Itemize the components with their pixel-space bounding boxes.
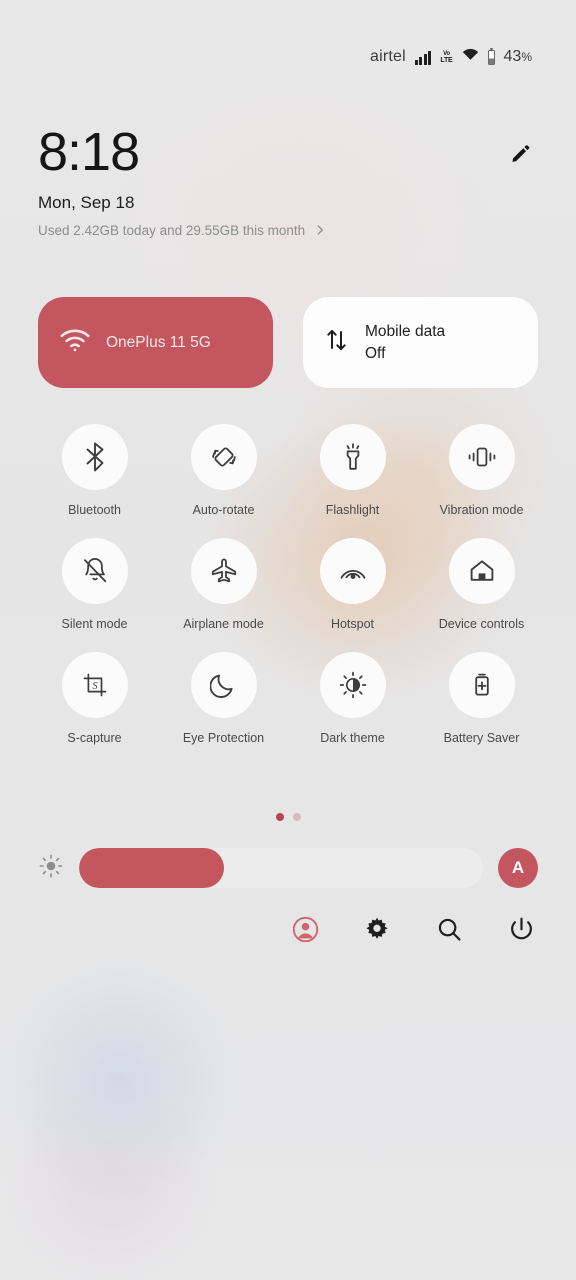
toggle-label: Bluetooth	[68, 503, 121, 517]
search-button[interactable]	[432, 915, 466, 949]
brightness-slider[interactable]	[79, 848, 483, 888]
toggle-airplane-mode[interactable]: Airplane mode	[159, 538, 288, 631]
mobile-data-arrows-icon	[325, 327, 349, 358]
wifi-icon	[462, 48, 479, 66]
user-account-icon	[292, 916, 319, 948]
battery-icon	[487, 47, 495, 65]
hotspot-icon	[319, 538, 386, 604]
brightness-sun-icon	[38, 853, 64, 884]
battery-percent-value: 43	[503, 48, 522, 65]
toggle-label: Silent mode	[61, 617, 128, 631]
vibration-icon	[448, 424, 515, 490]
edit-button[interactable]	[504, 140, 536, 172]
mobile-data-tile-title: Mobile data	[365, 322, 446, 340]
auto-rotate-icon	[190, 424, 257, 490]
toggle-label: Device controls	[438, 617, 525, 631]
toggle-vibration-mode[interactable]: Vibration mode	[417, 424, 546, 517]
data-usage-row[interactable]: Used 2.42GB today and 29.55GB this month	[38, 223, 538, 238]
toggle-eye-protection[interactable]: Eye Protection	[159, 652, 288, 745]
power-button[interactable]	[504, 915, 538, 949]
brightness-contrast-icon	[319, 652, 386, 718]
toggle-dark-theme[interactable]: Dark theme	[288, 652, 417, 745]
wifi-tile-title: OnePlus 11 5G	[106, 333, 211, 351]
screenshot-icon: S	[61, 652, 128, 718]
toggle-label: S-capture	[67, 731, 122, 745]
toggle-label: Vibration mode	[439, 503, 524, 517]
toggle-s-capture[interactable]: S S-capture	[30, 652, 159, 745]
footer-actions	[288, 915, 538, 949]
wifi-icon	[60, 329, 90, 357]
edit-pencil-icon	[510, 143, 531, 169]
toggle-hotspot[interactable]: Hotspot	[288, 538, 417, 631]
toggle-label: Flashlight	[325, 503, 380, 517]
percent-symbol: %	[521, 50, 532, 64]
toggle-bluetooth[interactable]: Bluetooth	[30, 424, 159, 517]
toggle-device-controls[interactable]: Device controls	[417, 538, 546, 631]
svg-text:S: S	[92, 681, 98, 692]
toggle-auto-rotate[interactable]: Auto-rotate	[159, 424, 288, 517]
battery-percent-label: 43%	[504, 48, 532, 66]
battery-plus-icon	[448, 652, 515, 718]
brightness-slider-fill	[79, 848, 225, 888]
page-indicator[interactable]	[0, 813, 576, 821]
page-dot-1[interactable]	[275, 813, 284, 821]
flashlight-icon	[319, 424, 386, 490]
toggle-silent-mode[interactable]: Silent mode	[30, 538, 159, 631]
search-icon	[436, 916, 463, 948]
toggle-label: Auto-rotate	[192, 503, 255, 517]
wifi-tile[interactable]: OnePlus 11 5G	[38, 297, 273, 388]
toggle-label: Dark theme	[320, 731, 385, 745]
toggle-flashlight[interactable]: Flashlight	[288, 424, 417, 517]
clock-date: Mon, Sep 18	[38, 192, 135, 212]
quick-toggles-grid: Bluetooth Auto-rotate Flashlight Vibrati…	[30, 424, 546, 745]
settings-button[interactable]	[360, 915, 394, 949]
page-dot-2[interactable]	[292, 813, 301, 821]
bluetooth-icon	[61, 424, 128, 490]
power-icon	[508, 916, 535, 948]
home-icon	[448, 538, 515, 604]
chevron-right-icon	[313, 223, 327, 237]
toggle-label: Airplane mode	[183, 617, 264, 631]
carrier-label: airtel	[370, 48, 406, 65]
moon-icon	[190, 652, 257, 718]
status-bar: airtel Vo LTE 43%	[370, 47, 532, 66]
quick-settings-panel: airtel Vo LTE 43% 8:18 Mon, Sep 18 Used …	[0, 0, 576, 1280]
toggle-label: Hotspot	[330, 617, 375, 631]
mobile-data-tile-subtitle: Off	[365, 344, 386, 362]
gear-icon	[363, 916, 391, 949]
mobile-data-tile[interactable]: Mobile data Off	[303, 297, 538, 388]
brightness-row: A	[38, 848, 538, 888]
auto-brightness-button[interactable]: A	[498, 848, 538, 888]
primary-tiles-row: OnePlus 11 5G Mobile data Off	[38, 297, 538, 388]
user-account-button[interactable]	[288, 915, 322, 949]
signal-bars-icon	[414, 50, 432, 65]
volte-line-2: LTE	[440, 56, 453, 64]
airplane-icon	[190, 538, 257, 604]
data-usage-label: Used 2.42GB today and 29.55GB this month	[38, 222, 306, 238]
bell-off-icon	[61, 538, 128, 604]
clock-block: 8:18 Mon, Sep 18 Used 2.42GB today and 2…	[38, 124, 538, 238]
toggle-label: Eye Protection	[182, 731, 265, 745]
clock-time: 8:18	[38, 122, 140, 182]
volte-icon: Vo LTE	[440, 51, 452, 64]
toggle-label: Battery Saver	[443, 731, 520, 745]
toggle-battery-saver[interactable]: Battery Saver	[417, 652, 546, 745]
